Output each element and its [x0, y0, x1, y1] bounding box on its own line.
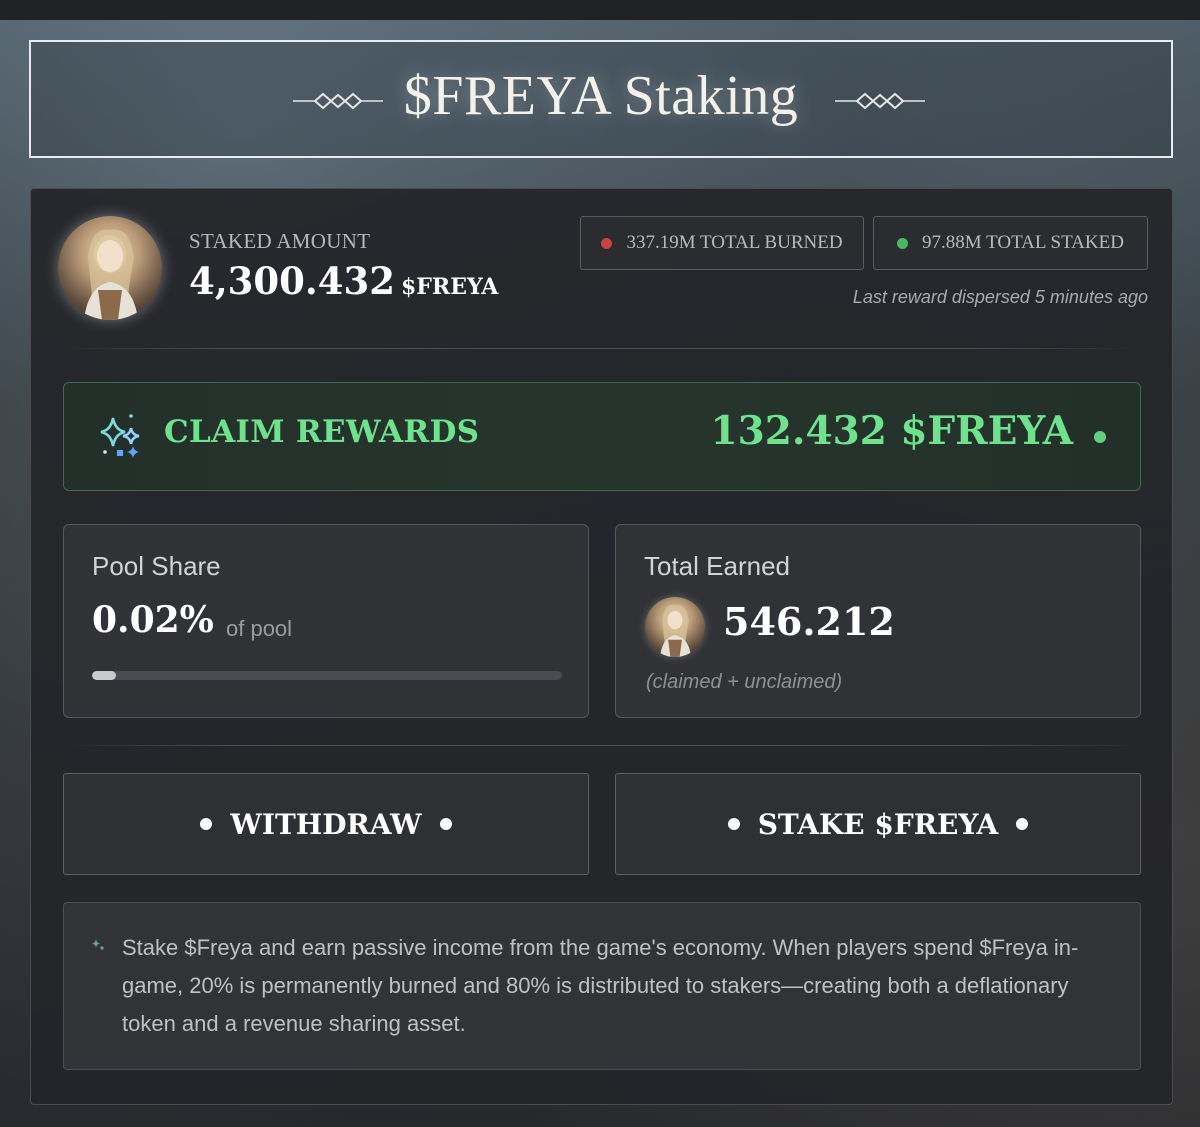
sparkle-icon — [100, 414, 140, 458]
bullet-dot — [727, 818, 740, 830]
character-avatar — [58, 216, 162, 320]
withdraw-label: WITHDRAW — [230, 807, 422, 841]
total-earned-card: Total Earned 546.212 (claimed + unclaime… — [615, 524, 1141, 718]
withdraw-button[interactable]: WITHDRAW — [63, 773, 589, 875]
total-burned-text: 337.19M TOTAL BURNED — [626, 232, 843, 253]
total-earned-value: 546.212 — [723, 599, 895, 644]
burned-status-dot — [601, 237, 613, 249]
page-title: $FREYA Staking — [403, 65, 799, 127]
pool-share-title: Pool Share — [92, 551, 221, 581]
claim-status-dot — [1094, 431, 1106, 443]
bullet-dot — [200, 818, 213, 830]
pool-share-progress-fill — [92, 671, 116, 680]
pool-share-suffix: of pool — [226, 616, 293, 641]
divider — [64, 745, 1140, 746]
total-earned-title: Total Earned — [644, 551, 790, 581]
total-staked-badge: 97.88M TOTAL STAKED — [873, 216, 1148, 270]
staked-status-dot — [897, 237, 909, 249]
staked-amount-number: 4,300.432 — [189, 259, 395, 303]
pool-share-progress — [92, 671, 562, 680]
total-staked-text: 97.88M TOTAL STAKED — [922, 232, 1124, 253]
staked-amount-value: 4,300.432 $FREYA — [189, 259, 498, 303]
top-strip — [0, 0, 1200, 20]
total-earned-note: (claimed + unclaimed) — [646, 671, 843, 693]
total-burned-badge: 337.19M TOTAL BURNED — [580, 216, 864, 270]
claim-rewards-amount: 132.432 $FREYA — [710, 408, 1073, 454]
info-description: Stake $Freya and earn passive income fro… — [122, 935, 1079, 1036]
stake-label: STAKE $FREYA — [757, 807, 999, 841]
staked-amount-unit: $FREYA — [400, 274, 499, 300]
staked-amount-label: STAKED AMOUNT — [189, 229, 371, 253]
bullet-dot — [1016, 818, 1029, 830]
small-sparkle-icon — [92, 939, 104, 950]
pool-share-card: Pool Share 0.02% of pool — [63, 524, 589, 718]
character-avatar-small — [645, 597, 705, 657]
right-flourish-icon — [835, 92, 925, 110]
title-banner: $FREYA Staking — [29, 40, 1173, 158]
divider — [64, 348, 1140, 349]
stake-button[interactable]: STAKE $FREYA — [615, 773, 1141, 875]
last-reward-text: Last reward dispersed 5 minutes ago — [852, 287, 1148, 307]
claim-rewards-label: CLAIM REWARDS — [164, 414, 480, 450]
pool-share-value: 0.02% — [92, 599, 214, 641]
bullet-dot — [439, 818, 452, 830]
